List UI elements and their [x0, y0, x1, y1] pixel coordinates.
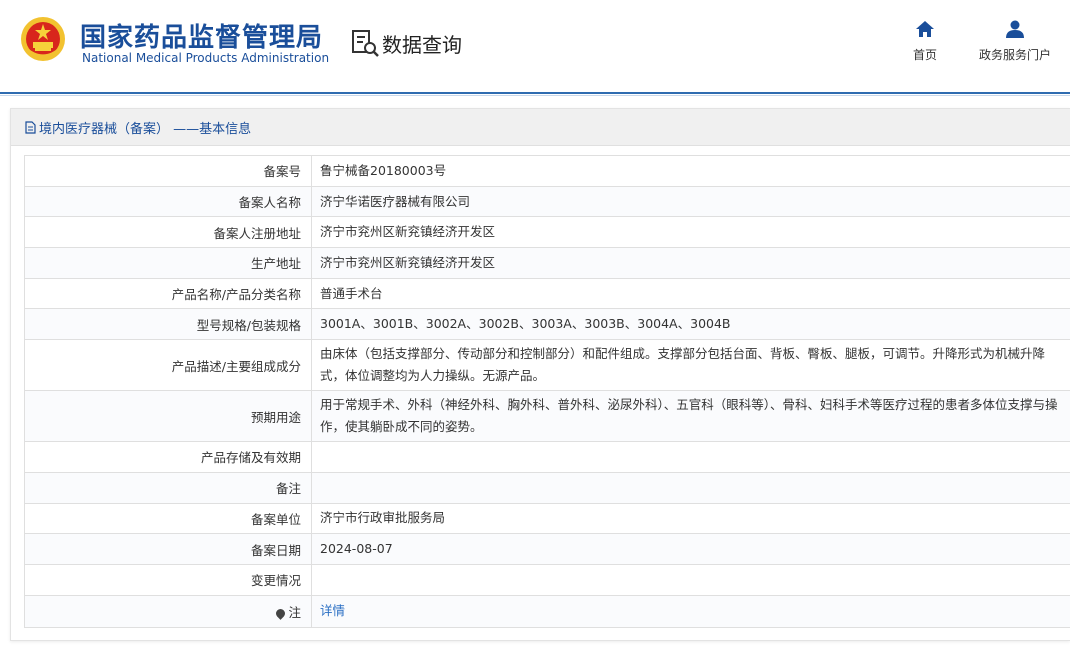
row-value [311, 441, 1070, 473]
row-value: 3001A、3001B、3002A、3002B、3003A、3003B、3004… [311, 308, 1070, 341]
table-row: 备案人注册地址 济宁市兖州区新兖镇经济开发区 [24, 216, 1070, 249]
row-value: 用于常规手术、外科（神经外科、胸外科、普外科、泌尿外科）、五官科（眼科等）、骨科… [311, 390, 1070, 443]
row-key-note: 注 [24, 594, 312, 628]
document-search-icon [352, 30, 379, 57]
table-row: 型号规格/包装规格 3001A、3001B、3002A、3002B、3003A、… [24, 308, 1070, 341]
row-value: 济宁市行政审批服务局 [311, 502, 1070, 535]
home-icon [916, 21, 934, 37]
row-value-note: 详情 [311, 594, 1070, 628]
table-row: 预期用途 用于常规手术、外科（神经外科、胸外科、普外科、泌尿外科）、五官科（眼科… [24, 390, 1070, 443]
row-key: 备案日期 [24, 533, 312, 565]
row-key: 预期用途 [24, 390, 312, 443]
table-row: 备案人名称 济宁华诺医疗器械有限公司 [24, 185, 1070, 218]
note-key-label: 注 [288, 604, 301, 620]
header-divider [0, 92, 1070, 94]
row-value [311, 471, 1070, 504]
details-link[interactable]: 详情 [320, 603, 345, 618]
nav-portal-label: 政务服务门户 [978, 48, 1051, 62]
table-row: 变更情况 [24, 563, 1070, 596]
row-key: 型号规格/包装规格 [24, 308, 312, 341]
panel-header: 境内医疗器械（备案） ——基本信息 [11, 109, 1070, 146]
table-row: 产品描述/主要组成成分 由床体（包括支撑部分、传动部分和控制部分）和配件组成。支… [24, 339, 1070, 392]
row-key: 备案号 [24, 155, 312, 187]
row-key: 备案人注册地址 [24, 216, 312, 249]
table-row: 生产地址 济宁市兖州区新兖镇经济开发区 [24, 247, 1070, 279]
nav-home-label: 首页 [912, 48, 937, 62]
table-row: 备案单位 济宁市行政审批服务局 [24, 502, 1070, 535]
row-value: 2024-08-07 [311, 533, 1070, 565]
row-key: 生产地址 [24, 247, 312, 279]
table-row: 备案号 鲁宁械备20180003号 [24, 155, 1070, 187]
info-table: 备案号 鲁宁械备20180003号 备案人名称 济宁华诺医疗器械有限公司 备案人… [24, 155, 1070, 628]
brand-name-cn: 国家药品监督管理局 [80, 23, 324, 53]
row-value: 济宁华诺医疗器械有限公司 [311, 185, 1070, 218]
row-value [311, 563, 1070, 596]
data-query-title[interactable]: 数据查询 [350, 28, 462, 58]
row-key: 产品存储及有效期 [24, 441, 312, 473]
nav-service-portal[interactable]: 政务服务门户 [970, 20, 1060, 63]
national-emblem-icon [21, 17, 65, 61]
data-query-label: 数据查询 [382, 32, 462, 57]
basic-info-panel: 境内医疗器械（备案） ——基本信息 备案号 鲁宁械备20180003号 备案人名… [10, 108, 1070, 641]
row-value: 鲁宁械备20180003号 [311, 155, 1070, 187]
pin-icon [274, 606, 288, 620]
table-row: 备注 [24, 471, 1070, 504]
row-value: 济宁市兖州区新兖镇经济开发区 [311, 247, 1070, 279]
row-value: 由床体（包括支撑部分、传动部分和控制部分）和配件组成。支撑部分包括台面、背板、臀… [311, 339, 1070, 392]
nav-home[interactable]: 首页 [905, 20, 945, 63]
row-key: 备案单位 [24, 502, 312, 535]
row-key: 产品描述/主要组成成分 [24, 339, 312, 392]
row-value: 济宁市兖州区新兖镇经济开发区 [311, 216, 1070, 249]
table-row: 注 详情 [24, 594, 1070, 628]
row-value: 普通手术台 [311, 277, 1070, 310]
row-key: 备注 [24, 471, 312, 504]
table-row: 产品名称/产品分类名称 普通手术台 [24, 277, 1070, 310]
user-icon [1006, 20, 1024, 38]
document-icon [25, 120, 36, 134]
site-header: 国家药品监督管理局 National Medical Products Admi… [0, 0, 1070, 92]
table-row: 产品存储及有效期 [24, 441, 1070, 473]
row-key: 备案人名称 [24, 185, 312, 218]
row-key: 变更情况 [24, 563, 312, 596]
row-key: 产品名称/产品分类名称 [24, 277, 312, 310]
panel-title: 境内医疗器械（备案） ——基本信息 [39, 121, 252, 137]
header-divider-light [0, 95, 1070, 96]
brand-name-en: National Medical Products Administration [82, 51, 330, 65]
table-row: 备案日期 2024-08-07 [24, 533, 1070, 565]
